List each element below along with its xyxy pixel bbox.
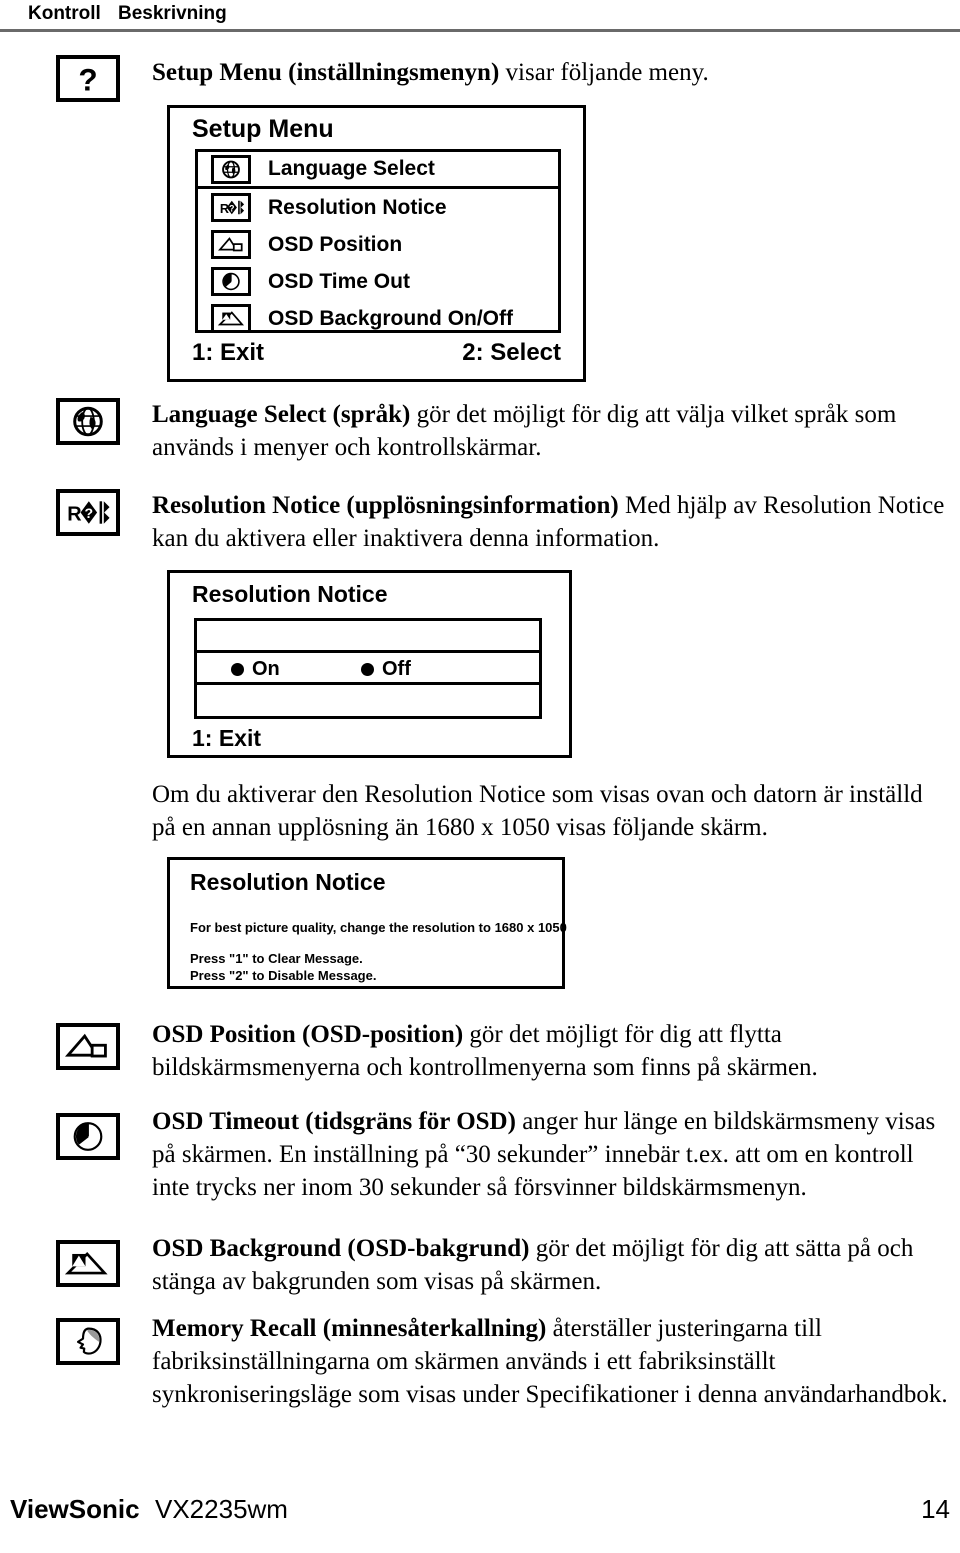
resolution-notice-option-on-label: On (252, 658, 280, 680)
radio-bullet-icon (231, 662, 244, 676)
osd-setup-footer: 1: Exit 2: Select (192, 339, 561, 367)
osd-menu-item-osd-time-out[interactable]: OSD Time Out (198, 263, 558, 300)
header-column-kontroll: Kontroll (28, 3, 101, 24)
osd-menu-item-label: Language Select (268, 157, 435, 180)
resolution-icon: R ? (211, 193, 251, 222)
osd-setup-title: Setup Menu (192, 115, 334, 143)
osd-menu-item-label: Resolution Notice (268, 195, 447, 219)
osd-background-icon (211, 304, 251, 333)
resolution-icon: R ? (56, 489, 120, 536)
intro-paragraph: Setup Menu (inställningsmenyn) visar föl… (152, 56, 952, 89)
paragraph-term: OSD Position (OSD-position) (152, 1021, 464, 1048)
osd-resolution-message-title: Resolution Notice (190, 869, 386, 895)
header-divider-rule (0, 29, 960, 32)
intro-bold-text: Setup Menu (inställningsmenyn) (152, 59, 500, 86)
footer-page-number: 14 (921, 1494, 950, 1524)
intro-rest-text: visar följande meny. (499, 59, 709, 86)
svg-text:R: R (67, 503, 81, 525)
osd-setup-item-list: Language Select R ? Resolution Notice OS… (195, 149, 561, 333)
osd-resolution-notice-title: Resolution Notice (192, 581, 388, 607)
paragraph-osd-position: OSD Position (OSD-position) gör det möjl… (152, 1018, 952, 1084)
osd-timeout-icon (211, 267, 251, 296)
osd-resolution-message-line2: Press "1" to Clear Message. (190, 951, 363, 966)
paragraph-osd-timeout: OSD Timeout (tidsgräns för OSD) anger hu… (152, 1105, 952, 1204)
osd-position-icon (56, 1023, 120, 1070)
osd-resolution-notice-list: On Off (194, 618, 542, 719)
paragraph-term: OSD Background (OSD-bakgrund) (152, 1235, 530, 1262)
osd-timeout-icon (56, 1113, 120, 1160)
osd-resolution-message-figure: Resolution Notice For best picture quali… (167, 857, 567, 989)
osd-menu-item-resolution-notice[interactable]: R ? Resolution Notice (198, 189, 558, 226)
paragraph-term: Memory Recall (minnesåterkallning) (152, 1315, 547, 1342)
osd-setup-exit-hint: 1: Exit (192, 339, 265, 366)
paragraph-osd-background: OSD Background (OSD-bakgrund) gör det mö… (152, 1232, 952, 1298)
osd-resolution-notice-figure: Resolution Notice On Off 1: Exit (167, 570, 572, 758)
osd-menu-item-osd-background[interactable]: OSD Background On/Off (198, 300, 558, 337)
paragraph-resolution-notice: Resolution Notice (upplösningsinformatio… (152, 489, 952, 555)
footer-brand: ViewSonic (10, 1494, 140, 1524)
osd-setup-menu-figure: Setup Menu Language Select R ? Resolutio… (167, 105, 586, 382)
svg-text:?: ? (85, 505, 94, 521)
svg-text:?: ? (229, 203, 234, 213)
osd-resolution-notice-exit-hint: 1: Exit (192, 725, 262, 751)
radio-bullet-icon (361, 662, 374, 676)
paragraph-memory-recall: Memory Recall (minnesåterkallning) åters… (152, 1312, 952, 1411)
osd-setup-select-hint: 2: Select (462, 339, 561, 366)
osd-resolution-notice-options-row[interactable]: On Off (197, 653, 539, 685)
memory-recall-icon (56, 1318, 120, 1365)
paragraph-resolution-explanation: Om du aktiverar den Resolution Notice so… (152, 781, 923, 841)
globe-icon (211, 154, 251, 184)
osd-position-icon (211, 230, 251, 259)
paragraph-language-select: Language Select (språk) gör det möjligt … (152, 398, 952, 464)
resolution-notice-option-off[interactable]: Off (361, 657, 411, 681)
paragraph-term: Resolution Notice (upplösningsinformatio… (152, 492, 619, 519)
header-column-beskrivning: Beskrivning (118, 3, 227, 24)
svg-text:R: R (220, 202, 229, 216)
svg-text:?: ? (78, 62, 97, 98)
osd-resolution-message-line3: Press "2" to Disable Message. (190, 968, 377, 983)
resolution-notice-option-off-label: Off (382, 658, 411, 680)
footer-model: VX2235wm (155, 1494, 288, 1524)
osd-menu-item-label: OSD Time Out (268, 269, 410, 293)
osd-background-icon (56, 1240, 120, 1287)
globe-icon (56, 398, 120, 445)
osd-resolution-notice-blank-row-bottom (197, 685, 539, 717)
paragraph-term: Language Select (språk) (152, 401, 411, 428)
osd-resolution-message-line1: For best picture quality, change the res… (190, 920, 567, 935)
osd-menu-item-label: OSD Position (268, 232, 403, 256)
paragraph-term: OSD Timeout (tidsgräns för OSD) (152, 1108, 516, 1135)
osd-menu-item-language-select[interactable]: Language Select (198, 152, 558, 189)
osd-menu-item-osd-position[interactable]: OSD Position (198, 226, 558, 263)
question-icon: ? (56, 55, 120, 102)
page-header: Kontroll Beskrivning (0, 0, 960, 29)
resolution-notice-option-on[interactable]: On (231, 657, 280, 681)
osd-resolution-notice-blank-row-top (197, 621, 539, 653)
osd-menu-item-label: OSD Background On/Off (268, 306, 514, 330)
